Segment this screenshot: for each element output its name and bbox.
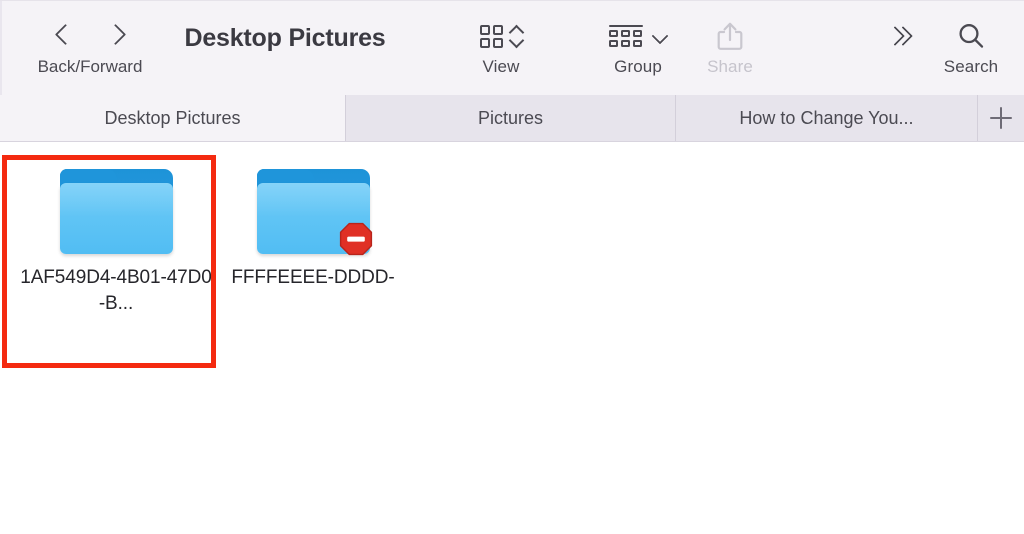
chevron-right-icon[interactable] (108, 23, 124, 49)
chevron-up-down-icon (510, 24, 523, 48)
tab-label: Desktop Pictures (104, 107, 241, 128)
page-title: Desktop Pictures (184, 24, 386, 52)
chevron-left-icon[interactable] (56, 23, 72, 49)
view-label: View (482, 57, 520, 76)
group-button[interactable]: Group (592, 15, 684, 77)
tab-how-to-change-your[interactable]: How to Change You... (676, 95, 978, 141)
tab-desktop-pictures[interactable]: Desktop Pictures (0, 95, 346, 141)
view-button[interactable]: View (455, 15, 547, 77)
new-tab-button[interactable] (978, 95, 1024, 141)
toolbar-overflow-button[interactable] (866, 15, 936, 57)
share-icon (717, 22, 743, 50)
grid-view-icon (479, 24, 503, 48)
group-list-icon (608, 24, 643, 48)
file-item[interactable]: 1AF549D4-4B01-47D0-B... (18, 166, 214, 317)
back-forward-label: Back/Forward (37, 57, 143, 76)
chevron-down-icon (652, 28, 668, 44)
group-label: Group (614, 57, 662, 76)
search-icon (959, 24, 984, 48)
folder-icon (59, 166, 173, 256)
tab-pictures[interactable]: Pictures (346, 95, 676, 141)
tab-label: Pictures (477, 107, 544, 128)
file-grid: 1AF549D4-4B01-47D0-B... FFFFEEEE-DDDD- (0, 142, 1024, 534)
search-label: Search (943, 57, 999, 76)
plus-icon (990, 107, 1012, 129)
no-access-badge-icon (339, 222, 372, 256)
tab-bar: Desktop Pictures Pictures How to Change … (0, 95, 1024, 142)
tab-label: How to Change You... (739, 107, 914, 128)
file-item-label: FFFFEEEE-DDDD- (231, 267, 395, 288)
file-item[interactable]: FFFFEEEE-DDDD- (215, 166, 411, 291)
file-item-label: 1AF549D4-4B01-47D0-B... (20, 267, 212, 314)
finder-window: Back/Forward Desktop Pictures View Group… (0, 0, 1024, 534)
share-button[interactable]: Share (686, 15, 774, 77)
window-left-edge (0, 1, 2, 96)
double-chevron-right-icon (885, 24, 914, 48)
back-forward-group[interactable]: Back/Forward (10, 15, 170, 77)
search-button[interactable]: Search (928, 15, 1014, 77)
share-label: Share (707, 57, 753, 76)
toolbar: Back/Forward Desktop Pictures View Group… (0, 0, 1024, 96)
